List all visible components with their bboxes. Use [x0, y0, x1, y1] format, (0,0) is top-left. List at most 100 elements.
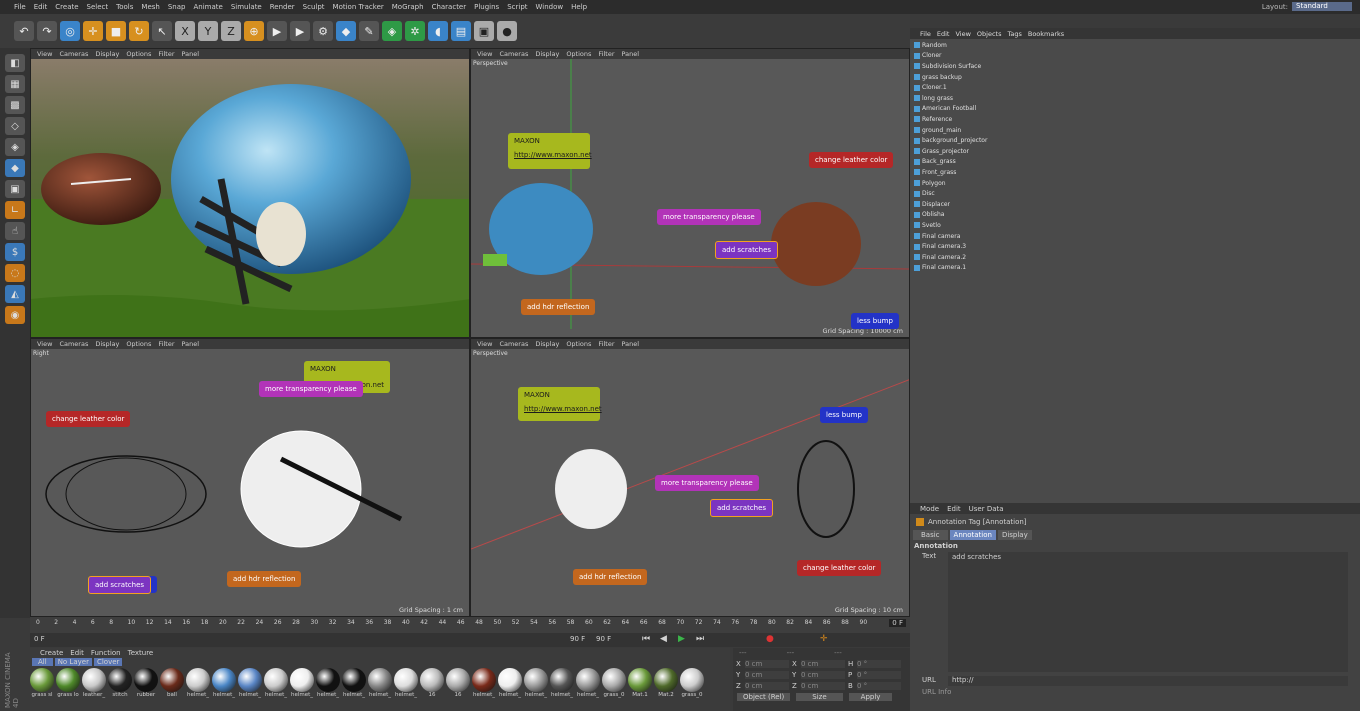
sculpt-icon[interactable]: ◉ [5, 306, 25, 324]
cube-icon[interactable]: ◆ [336, 21, 356, 41]
material-swatch[interactable]: helmet_ [576, 668, 600, 698]
tab-annotation[interactable]: Annotation [949, 530, 996, 540]
menu-select[interactable]: Select [83, 3, 113, 11]
y-axis-icon[interactable]: Y [198, 21, 218, 41]
quantize-icon[interactable]: ◌ [5, 264, 25, 282]
vp-menu-display[interactable]: Display [535, 50, 559, 58]
object-row[interactable]: Disc [914, 188, 1000, 199]
play-icon[interactable]: ▶ [678, 634, 685, 644]
obj-menu-bookmarks[interactable]: Bookmarks [1028, 30, 1064, 38]
viewport-right[interactable]: View Cameras Display Options Filter Pane… [30, 338, 470, 617]
object-row[interactable]: background_projector [914, 135, 1000, 146]
vp-menu-view[interactable]: View [477, 340, 492, 348]
vp-menu-cameras[interactable]: Cameras [59, 340, 88, 348]
annotation-text-field[interactable]: add scratches [948, 552, 1348, 672]
apply-button[interactable]: Apply [848, 693, 893, 701]
menu-mograph[interactable]: MoGraph [388, 3, 428, 11]
annotation-hdr[interactable]: add hdr reflection [573, 569, 648, 585]
material-swatch[interactable]: Mat.2 [654, 668, 678, 698]
end-frame[interactable]: 90 F [570, 635, 585, 643]
object-row[interactable]: Oblisha [914, 210, 1000, 221]
vp-menu-panel[interactable]: Panel [622, 50, 640, 58]
x-axis-icon[interactable]: X [175, 21, 195, 41]
annotation-hdr[interactable]: add hdr reflection [227, 571, 302, 587]
menu-tools[interactable]: Tools [112, 3, 137, 11]
object-row[interactable]: Cloner [914, 51, 1000, 62]
material-swatch[interactable]: helmet_ [264, 668, 288, 698]
attr-menu-userdata[interactable]: User Data [969, 505, 1004, 513]
coord-value[interactable]: 0 cm [745, 670, 789, 679]
coord-value[interactable]: 0 cm [745, 681, 789, 690]
annotation-maxon-url[interactable]: http://www.maxon.net [524, 405, 602, 413]
coord-size-dropdown[interactable]: Size [796, 693, 843, 701]
attr-menu-edit[interactable]: Edit [947, 505, 961, 513]
obj-menu-edit[interactable]: Edit [937, 30, 950, 38]
tab-basic[interactable]: Basic [913, 530, 948, 540]
menu-file[interactable]: File [10, 3, 30, 11]
menu-help[interactable]: Help [567, 3, 591, 11]
material-swatch[interactable]: helmet_ [186, 668, 210, 698]
keyframe-move-icon[interactable]: ✛ [820, 634, 828, 644]
object-row[interactable]: American Football [914, 104, 1000, 115]
mat-menu-create[interactable]: Create [40, 649, 63, 657]
go-to-end-icon[interactable]: ⏭ [696, 634, 704, 644]
annotation-scratches[interactable]: add scratches [710, 499, 774, 517]
annotation-scratches[interactable]: add scratches [88, 576, 152, 594]
object-row[interactable]: Final camera.2 [914, 252, 1000, 263]
material-swatch[interactable]: helmet_ [524, 668, 548, 698]
material-swatch[interactable]: grass_0 [680, 668, 704, 698]
vp-menu-panel[interactable]: Panel [622, 340, 640, 348]
vp-menu-cameras[interactable]: Cameras [59, 50, 88, 58]
vp-menu-display[interactable]: Display [95, 50, 119, 58]
url-field[interactable]: http:// [948, 676, 1348, 686]
material-swatch[interactable]: helmet_ [238, 668, 262, 698]
make-editable-icon[interactable]: ◧ [5, 54, 25, 72]
vp-menu-filter[interactable]: Filter [598, 340, 614, 348]
menu-script[interactable]: Script [503, 3, 531, 11]
vp-menu-display[interactable]: Display [95, 340, 119, 348]
rotate-icon[interactable]: ↻ [129, 21, 149, 41]
material-swatch[interactable]: 16 [420, 668, 444, 698]
coord-value[interactable]: 0 cm [801, 659, 845, 668]
subdivision-icon[interactable]: ◈ [382, 21, 402, 41]
material-swatch[interactable]: helmet_ [290, 668, 314, 698]
object-row[interactable]: Displacer [914, 199, 1000, 210]
vp-menu-cameras[interactable]: Cameras [499, 340, 528, 348]
array-icon[interactable]: ✲ [405, 21, 425, 41]
camera-icon[interactable]: ▣ [474, 21, 494, 41]
render-settings-icon[interactable]: ⚙ [313, 21, 333, 41]
menu-window[interactable]: Window [532, 3, 568, 11]
menu-plugins[interactable]: Plugins [470, 3, 503, 11]
annotation-maxon-url[interactable]: http://www.maxon.net [514, 151, 592, 159]
annotation-leather[interactable]: change leather color [809, 152, 894, 168]
obj-menu-tags[interactable]: Tags [1007, 30, 1021, 38]
annotation-hdr[interactable]: add hdr reflection [521, 299, 596, 315]
material-swatch[interactable]: helmet_ [472, 668, 496, 698]
tab-display[interactable]: Display [997, 530, 1032, 540]
workplane-icon[interactable]: ◇ [5, 117, 25, 135]
deformer-icon[interactable]: ◖ [428, 21, 448, 41]
workplane-lock-icon[interactable]: ◭ [5, 285, 25, 303]
coord-value[interactable]: 0 cm [801, 670, 845, 679]
object-row[interactable]: long grass [914, 93, 1000, 104]
end-frame-2[interactable]: 90 F [596, 635, 611, 643]
menu-edit[interactable]: Edit [30, 3, 52, 11]
annotation-transparency[interactable]: more transparency please [655, 475, 759, 491]
viewport-perspective-top[interactable]: View Cameras Display Options Filter Pane… [470, 48, 910, 338]
go-to-start-icon[interactable]: ⏮ [642, 634, 650, 644]
obj-menu-view[interactable]: View [955, 30, 970, 38]
material-swatch[interactable]: grass lo [56, 668, 80, 698]
filter-all[interactable]: All [32, 657, 53, 666]
z-axis-icon[interactable]: Z [221, 21, 241, 41]
vp-menu-options[interactable]: Options [566, 50, 591, 58]
object-row[interactable]: Final camera.3 [914, 241, 1000, 252]
viewport-render[interactable]: View Cameras Display Options Filter Pane… [30, 48, 470, 338]
mat-menu-texture[interactable]: Texture [128, 649, 154, 657]
coordinate-system-icon[interactable]: ⊕ [244, 21, 264, 41]
material-swatch[interactable]: helmet_ [368, 668, 392, 698]
attr-menu-mode[interactable]: Mode [920, 505, 939, 513]
texture-mode-icon[interactable]: ▩ [5, 96, 25, 114]
live-selection-icon[interactable]: ◎ [60, 21, 80, 41]
object-row[interactable]: Grass_projector [914, 146, 1000, 157]
object-row[interactable]: Back_grass [914, 157, 1000, 168]
